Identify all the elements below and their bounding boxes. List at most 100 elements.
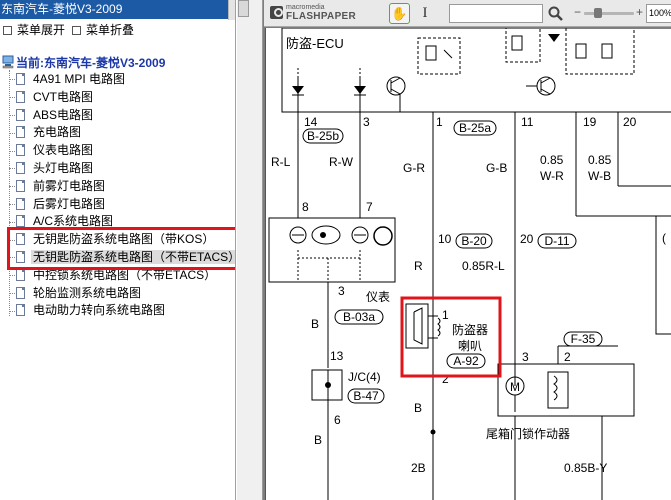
tree-connector [9,310,15,312]
highlight-box [400,296,502,378]
menu-expand-button[interactable]: 菜单展开 [3,21,65,39]
pin-label: 7 [366,200,373,214]
relay-symbol [417,37,461,75]
tree-item[interactable]: 电动助力转向系统电路图 [9,302,167,319]
document-icon [16,90,25,103]
tree-connector [9,221,15,223]
pin-label: 2 [442,372,449,386]
tree-connector [9,132,15,134]
pin-label: 13 [330,349,344,363]
hand-tool-icon[interactable]: ✋ [389,3,410,24]
tree-item-label: 头灯电路图 [33,161,94,175]
zoom-thumb[interactable] [594,8,602,18]
zoom-level[interactable]: 100% [646,4,671,23]
document-icon [16,126,25,139]
pin-label: 6 [334,413,341,427]
pin-label: 3 [522,350,529,364]
wire-label: B [414,401,422,415]
wire-label: R [414,259,423,273]
document-icon [16,304,25,317]
connector-label: B-03a [343,310,375,324]
security-lamp-icon [373,226,393,246]
pin-label: 14 [304,115,318,129]
sidebar-scroll-button[interactable] [238,0,249,17]
tree-item[interactable]: 充电路图 [9,124,83,141]
logo-big-text: FLASHPAPER [286,11,357,22]
zoom-out-icon[interactable]: − [574,5,581,19]
scrollbar[interactable] [228,0,235,20]
pin-label: 3 [338,284,345,298]
led-symbol [354,68,366,112]
tree-item[interactable]: ABS电路图 [9,107,95,124]
window-title: 东南汽车-菱悦V3-2009 [0,0,235,19]
document-icon [16,108,25,121]
wire-label: 0.85 [588,153,612,167]
component-label: 尾箱门锁作动器 [486,426,570,441]
tree-item-label: 电动助力转向系统电路图 [33,303,166,318]
wire-label: W-B [588,169,611,183]
pin-label: 1 [436,115,443,129]
logo-small-text: macromedia [286,4,325,11]
text-select-icon[interactable]: I [418,3,432,24]
tree-connector [9,292,15,294]
wire-label: R-W [329,155,354,169]
zoom-slider[interactable]: − + [574,5,646,21]
pin-label: 1 [442,308,449,322]
tree-item[interactable]: 4A91 MPI 电路图 [9,71,127,88]
tree-item[interactable]: 轮胎监测系统电路图 [9,285,143,302]
search-icon[interactable] [547,5,564,22]
tree-item[interactable]: 前雾灯电路图 [9,178,107,195]
transistor-symbol [386,76,406,112]
component-label: J/C(4) [348,370,381,384]
zoom-in-icon[interactable]: + [636,5,643,19]
pin-label: 3 [363,115,370,129]
connector-label: B-25b [307,129,339,143]
ecu-label: 防盗-ECU [286,36,344,51]
pin-label: 10 [438,232,452,246]
tree-connector [9,203,15,205]
tree-connector [9,97,15,99]
app-window: 东南汽车-菱悦V3-2009 菜单展开 菜单折叠 当前:东南汽车-菱悦V3-20… [0,0,671,500]
macromedia-logo-icon [270,6,283,19]
wire-label: B [311,317,319,331]
wire-label: B [314,433,322,447]
find-input[interactable] [449,4,543,23]
document-icon [16,215,25,228]
tree-item-label: 4A91 MPI 电路图 [33,72,126,86]
document-icon [16,286,25,299]
pin-label: 8 [302,200,309,214]
document-icon [16,179,25,192]
component-label: 喇叭 [458,338,482,353]
tree-item-label: CVT电路图 [33,89,94,104]
document-icon [16,268,25,281]
transistor-symbol [526,76,556,96]
document-icon [16,144,25,157]
connector-label: B-47 [353,389,379,403]
tree-item[interactable]: 后雾灯电路图 [9,196,107,213]
wire-label: R-L [271,155,291,169]
led-symbol [292,68,304,112]
menu-collapse-button[interactable]: 菜单折叠 [72,21,134,39]
document-page[interactable]: 防盗-ECU 14 3 1 11 19 20 B-25b B-25a R-L R… [265,28,671,500]
tree-item[interactable]: 头灯电路图 [9,160,95,177]
menu-toolbar: 菜单展开 菜单折叠 [0,21,235,39]
document-viewer: macromedia FLASHPAPER ✋ I − + 100% 防盗-EC… [237,0,671,500]
tree-root-label: 当前:东南汽车-菱悦V3-2009 [16,56,166,70]
tree-item-label: 轮胎监测系统电路图 [33,285,142,300]
switch-icon [547,371,569,409]
component-label: 仪表 [366,290,390,304]
connector-label: D-11 [544,234,569,248]
component-label: 防盗器 [452,322,488,337]
tree-connector [9,150,15,152]
tree-connector [9,114,15,116]
viewer-toolbar: macromedia FLASHPAPER ✋ I − + 100% [264,0,671,27]
wire-label: W-R [540,169,564,183]
document-icon [16,162,25,174]
tree-item[interactable]: 仪表电路图 [9,142,95,159]
connector-label: B-25a [459,121,491,135]
document-icon [16,73,25,85]
circuit-diagram: 防盗-ECU 14 3 1 11 19 20 B-25b B-25a R-L R… [268,28,671,500]
pin-label: 2 [564,350,571,364]
tree-root[interactable]: 当前:东南汽车-菱悦V3-2009 [2,55,165,71]
tree-item[interactable]: CVT电路图 [9,89,95,106]
